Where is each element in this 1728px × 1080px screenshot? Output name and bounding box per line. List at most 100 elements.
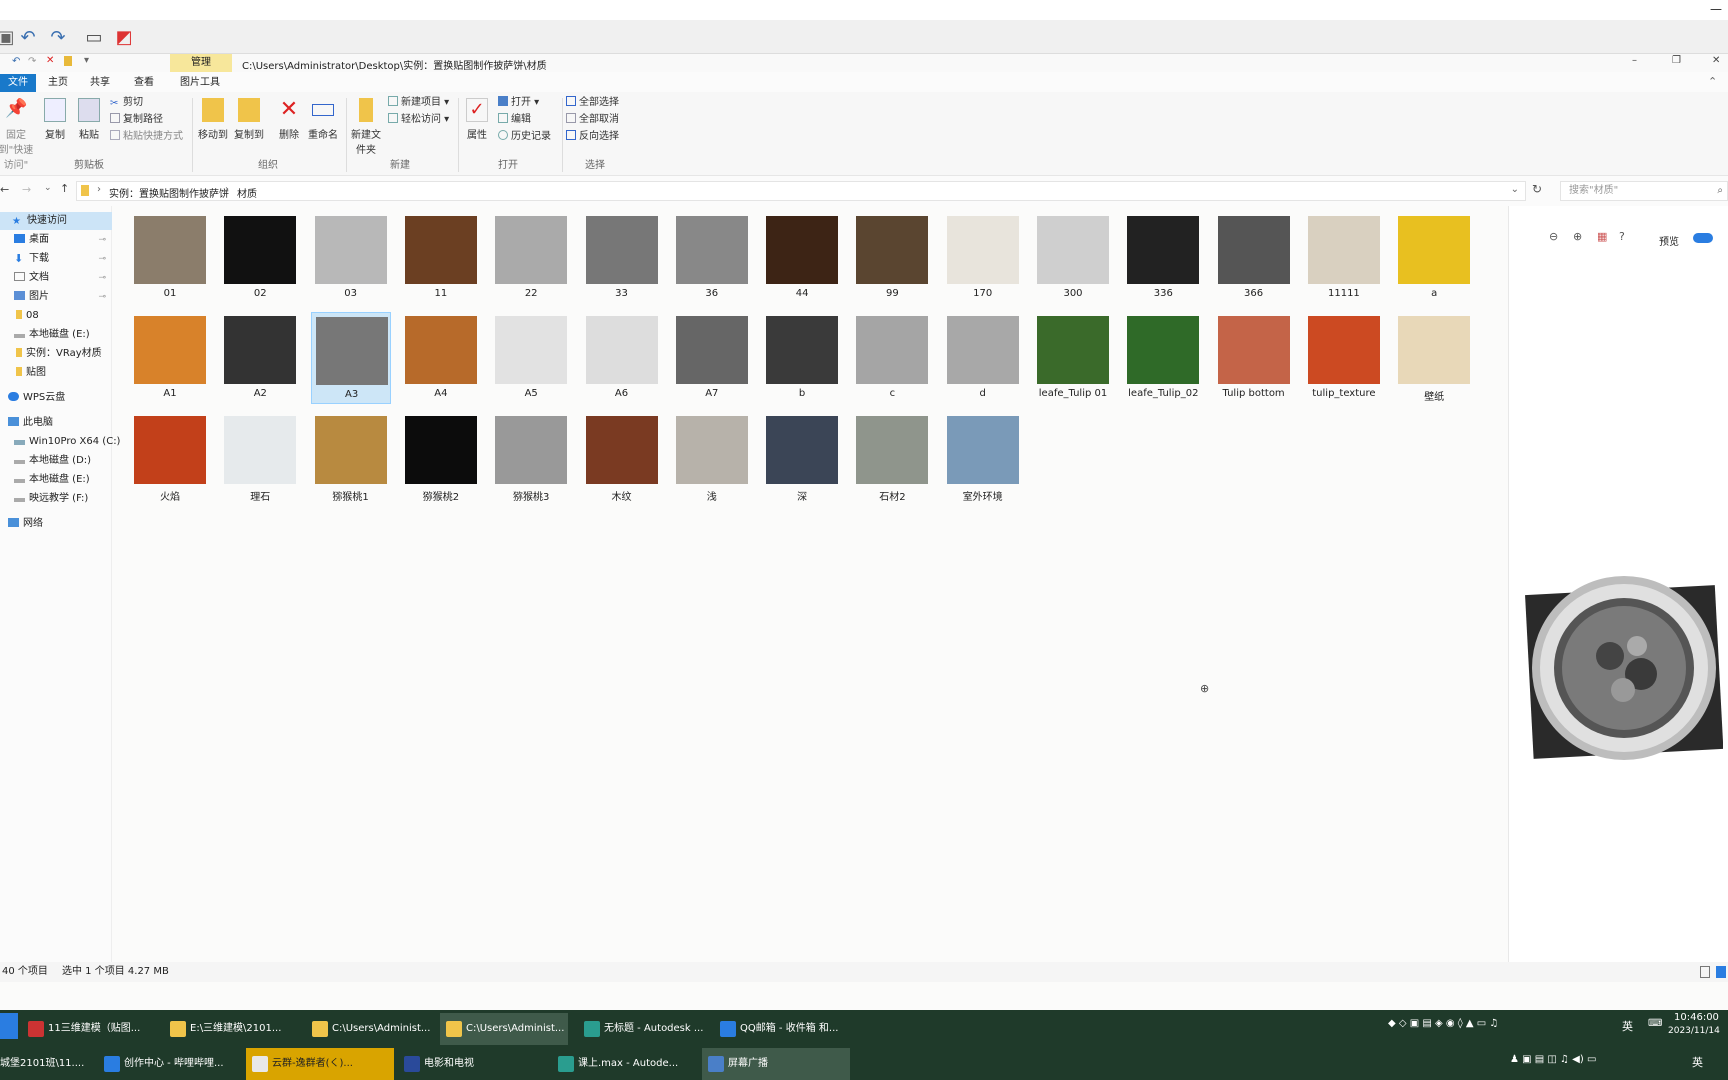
file-item[interactable]: A7 (672, 312, 752, 404)
taskbar-item[interactable]: 创作中心 - 哔哩哔哩... (98, 1048, 238, 1080)
open-button[interactable]: 打开 ▾ (498, 96, 539, 110)
taskbar-item[interactable]: 无标题 - Autodesk ... (578, 1013, 710, 1045)
redo-icon[interactable]: ↷ (28, 56, 36, 67)
paste-shortcut-button[interactable]: 粘贴快捷方式 (110, 130, 183, 144)
minimize-icon[interactable]: – (1632, 55, 1637, 66)
file-item[interactable]: 03 (311, 212, 391, 304)
file-item[interactable]: A3 (310, 312, 391, 404)
chevron-down-icon[interactable]: ⌄ (1511, 184, 1519, 195)
file-item[interactable]: 木纹 (582, 412, 662, 504)
ime-indicator[interactable]: 英 (1622, 1018, 1633, 1034)
breadcrumb-item[interactable]: 材质 (237, 185, 257, 200)
tab-picture-tools[interactable]: 图片工具 (172, 74, 228, 92)
nav-this-pc[interactable]: 此电脑 (0, 414, 112, 432)
file-item[interactable]: 02 (220, 212, 300, 304)
zoom-in-icon[interactable]: ⊕ (1573, 230, 1582, 243)
copy-path-button[interactable]: 复制路径 (110, 113, 163, 127)
nav-folder-08[interactable]: 08 (0, 307, 112, 325)
back-icon[interactable]: ← (0, 183, 9, 196)
taskbar-item[interactable]: 11三维建模（贴图... (22, 1013, 152, 1045)
file-item[interactable]: b (762, 312, 842, 404)
tab-view[interactable]: 查看 (126, 74, 162, 92)
file-item[interactable]: 01 (130, 212, 210, 304)
tab-share[interactable]: 共享 (82, 74, 118, 92)
tab-home[interactable]: 主页 (40, 74, 76, 92)
details-view-icon[interactable] (1700, 966, 1710, 978)
nav-network[interactable]: 网络 (0, 515, 112, 533)
new-item-button[interactable]: 新建项目 ▾ (388, 96, 449, 110)
copy-button[interactable]: 复制 (38, 98, 72, 141)
file-item[interactable]: 理石 (220, 412, 300, 504)
taskbar-item[interactable]: 云群-逸群者(く)... (246, 1048, 394, 1080)
file-item[interactable]: 猕猴桃1 (311, 412, 391, 504)
easy-access-button[interactable]: 轻松访问 ▾ (388, 113, 449, 127)
history-button[interactable]: 历史记录 (498, 130, 551, 144)
file-item[interactable]: 11111 (1304, 212, 1384, 304)
close-icon[interactable]: ✕ (1712, 55, 1720, 66)
pin-button[interactable]: 📌 固定到"快速访问" (0, 98, 36, 171)
taskbar-item[interactable]: QQ邮箱 - 收件箱 和... (714, 1013, 846, 1045)
up-icon[interactable]: ↑ (60, 182, 69, 195)
file-item[interactable]: A5 (491, 312, 571, 404)
preview-toggle[interactable] (1693, 233, 1713, 243)
properties-button[interactable]: ✓ 属性 (460, 98, 494, 141)
delete-icon[interactable]: ✕ (46, 55, 54, 66)
large-icons-view-icon[interactable] (1716, 966, 1726, 978)
rename-button[interactable]: 重命名 (306, 98, 340, 141)
copy-to-button[interactable]: 复制到 (232, 98, 266, 141)
move-to-button[interactable]: 移动到 (196, 98, 230, 141)
nav-drive-d[interactable]: 本地磁盘 (D:) (0, 452, 112, 470)
render-setup-icon[interactable]: ▭ (82, 26, 106, 48)
file-item[interactable]: Tulip bottom (1214, 312, 1294, 404)
delete-button[interactable]: ✕ 删除 (272, 98, 306, 142)
undo-icon[interactable]: ↶ (12, 56, 20, 67)
keyboard-icon[interactable]: ⌨ (1648, 1018, 1662, 1029)
file-item[interactable]: 深 (762, 412, 842, 504)
minimize-icon[interactable]: — (1710, 2, 1722, 16)
select-all-button[interactable]: 全部选择 (566, 96, 619, 110)
search-input[interactable]: 搜索"材质" ⌕ (1560, 181, 1728, 201)
file-item[interactable]: A4 (401, 312, 481, 404)
file-item[interactable]: 猕猴桃3 (491, 412, 571, 504)
file-item[interactable]: 浅 (672, 412, 752, 504)
address-bar[interactable]: › 实例：置换贴图制作披萨饼 › 材质 ⌄ (76, 181, 1526, 201)
nav-vray[interactable]: 实例：VRay材质 (0, 345, 112, 363)
file-item[interactable]: 11 (401, 212, 481, 304)
paste-button[interactable]: 粘贴 (72, 98, 106, 141)
file-item[interactable]: 36 (672, 212, 752, 304)
file-item[interactable]: leafe_Tulip_02 (1123, 312, 1203, 404)
render-icon[interactable]: ◩ (112, 26, 136, 48)
taskbar-item[interactable]: 屏幕广播 (702, 1048, 850, 1080)
taskbar-item[interactable]: 城堡2101班\11.... (0, 1048, 92, 1080)
nav-wps-cloud[interactable]: WPS云盘 (0, 389, 112, 407)
nav-documents[interactable]: 文档 ⊸ (0, 269, 112, 287)
file-item[interactable]: A6 (582, 312, 662, 404)
file-item[interactable]: 壁纸 (1394, 312, 1474, 404)
file-item[interactable]: 44 (762, 212, 842, 304)
file-item[interactable]: 石材2 (852, 412, 932, 504)
file-item[interactable]: 猕猴桃2 (401, 412, 481, 504)
chevron-up-icon[interactable]: ⌃ (1708, 75, 1717, 88)
new-folder-button[interactable]: 新建文件夹 (348, 98, 384, 156)
start-button[interactable] (0, 1013, 18, 1039)
file-item[interactable]: 33 (582, 212, 662, 304)
clock-date[interactable]: 2023/11/14 (1668, 1026, 1720, 1036)
restore-icon[interactable]: ❐ (1672, 55, 1681, 66)
undo-icon[interactable]: ↶ (16, 26, 40, 48)
nav-quick-access[interactable]: ★ 快速访问 (0, 212, 112, 230)
file-item[interactable]: 火焰 (130, 412, 210, 504)
taskbar-item[interactable]: C:\Users\Administ... (440, 1013, 568, 1045)
cut-button[interactable]: ✂ 剪切 (110, 96, 143, 110)
tab-file[interactable]: 文件 (0, 74, 36, 92)
recent-chevron-icon[interactable]: ⌄ (44, 183, 52, 193)
forward-icon[interactable]: → (22, 183, 31, 196)
file-item[interactable]: d (943, 312, 1023, 404)
nav-drive-c[interactable]: Win10Pro X64 (C:) (0, 433, 120, 451)
file-item[interactable]: 300 (1033, 212, 1113, 304)
invert-selection-button[interactable]: 反向选择 (566, 130, 619, 144)
nav-drive-f[interactable]: 映远教学 (F:) (0, 490, 112, 508)
file-item[interactable]: 22 (491, 212, 571, 304)
file-item[interactable]: leafe_Tulip 01 (1033, 312, 1113, 404)
file-item[interactable]: c (852, 312, 932, 404)
redo-icon[interactable]: ↷ (46, 26, 70, 48)
